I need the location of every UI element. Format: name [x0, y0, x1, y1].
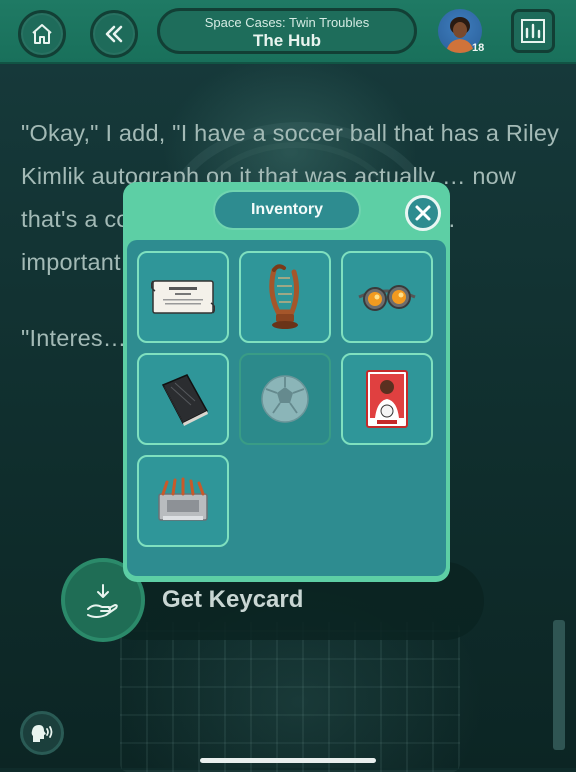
close-button[interactable] [405, 195, 441, 231]
home-button[interactable] [18, 10, 66, 58]
goggles-icon [358, 285, 416, 311]
player-card-icon [366, 370, 408, 428]
double-chevron-left-icon [105, 25, 123, 43]
lyre-harp-icon [269, 264, 300, 329]
soccer-ball-icon [261, 375, 309, 423]
location-title: The Hub [253, 31, 321, 50]
inventory-slot-book[interactable] [137, 353, 229, 445]
scrollbar[interactable] [553, 620, 565, 750]
story-subtitle: Space Cases: Twin Troubles [204, 15, 370, 30]
top-bar: Space Cases: Twin Troubles The Hub 18 [0, 0, 576, 64]
inventory-slot-soccer-ball[interactable] [239, 353, 331, 445]
home-icon [32, 24, 52, 44]
scroll-card-icon [151, 280, 215, 314]
stats-button[interactable] [511, 9, 555, 53]
inventory-slot-goggles[interactable] [341, 251, 433, 343]
hand-receive-icon [87, 584, 118, 618]
inventory-slot-scroll-card[interactable] [137, 251, 229, 343]
inventory-slot-keycard-machine[interactable] [137, 455, 229, 547]
avatar-level-badge: 18 [472, 42, 485, 54]
chapter-title-pill: Space Cases: Twin Troubles The Hub [157, 8, 417, 54]
background-grate [120, 622, 460, 772]
keycard-machine-icon [158, 477, 208, 521]
speaking-head-icon [31, 725, 53, 742]
chart-icon [521, 19, 545, 43]
back-button[interactable] [90, 10, 138, 58]
inventory-title: Inventory [215, 192, 359, 228]
close-icon [415, 205, 431, 221]
home-indicator [200, 758, 376, 763]
book-icon [161, 374, 209, 426]
narration-button[interactable] [20, 711, 64, 755]
inventory-slot-lyre-harp[interactable] [239, 251, 331, 343]
inventory-slot-player-card[interactable] [341, 353, 433, 445]
get-keycard-label: Get Keycard [162, 586, 304, 613]
